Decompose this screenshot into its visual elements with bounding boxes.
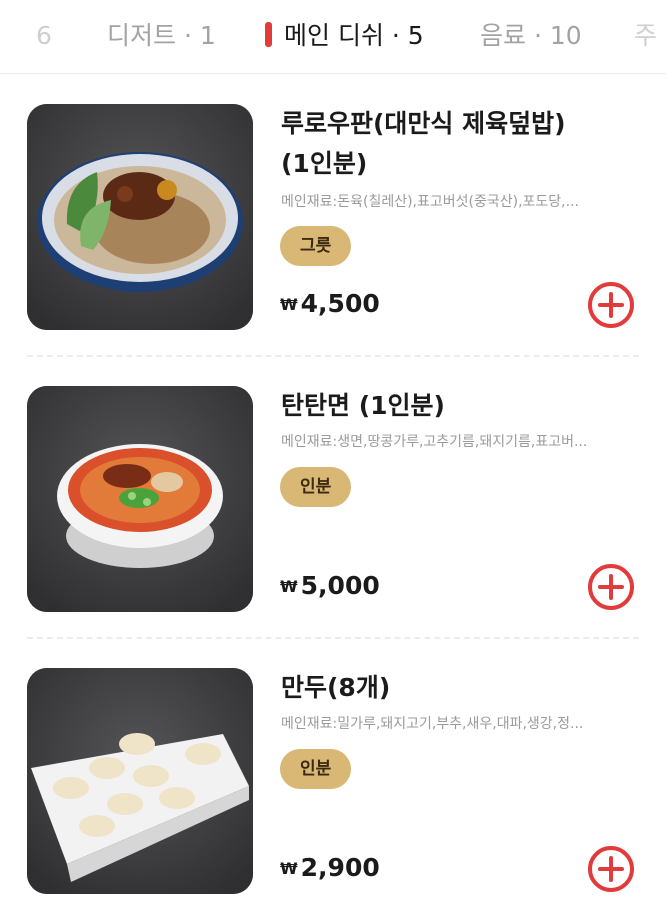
- tab-dessert[interactable]: 디저트 · 1: [107, 20, 216, 52]
- tab-main-dish-label: 메인 디쉬 · 5: [284, 21, 424, 50]
- currency-symbol: ₩: [280, 295, 298, 314]
- currency-symbol: ₩: [280, 859, 298, 878]
- currency-symbol: ₩: [280, 577, 298, 596]
- tab-next[interactable]: 주: [634, 20, 657, 52]
- active-tab-indicator: [265, 22, 272, 47]
- menu-item-name: 만두(8개): [281, 673, 391, 702]
- unit-badge: 인분: [280, 749, 352, 789]
- menu-item-name: 탄탄면 (1인분): [281, 391, 445, 420]
- menu-item-price: ₩5,000: [280, 570, 380, 603]
- unit-badge: 인분: [280, 467, 352, 507]
- food-photo-lurou-fan: [27, 104, 253, 330]
- menu-item[interactable]: 루로우판(대만식 제육덮밥)(1인분) 메인재료:돈육(칠레산),표고버섯(중국…: [0, 74, 666, 356]
- plus-circle-icon: [588, 564, 634, 610]
- menu-item-price: ₩4,500: [280, 288, 380, 321]
- food-photo-dandan-noodles: [27, 386, 253, 612]
- menu-page: 6 디저트 · 1 메인 디쉬 · 5 음료 · 10 주 루로우판(대만식 제…: [0, 0, 666, 904]
- add-to-cart-button[interactable]: [586, 844, 636, 894]
- plus-circle-icon: [588, 282, 634, 328]
- menu-item-ingredients: 메인재료:생면,땅콩가루,고추기름,돼지기름,표고버...: [281, 434, 588, 450]
- menu-item-ingredients: 메인재료:밀가루,돼지고기,부추,새우,대파,생강,정...: [281, 716, 584, 732]
- add-to-cart-button[interactable]: [586, 280, 636, 330]
- category-tab-bar: 6 디저트 · 1 메인 디쉬 · 5 음료 · 10 주: [0, 0, 666, 74]
- menu-item-ingredients: 메인재료:돈육(칠레산),표고버섯(중국산),포도당,...: [281, 194, 579, 210]
- tab-drinks[interactable]: 음료 · 10: [480, 20, 582, 52]
- price-value: 4,500: [300, 289, 380, 318]
- food-photo-dumplings: [27, 668, 253, 894]
- price-value: 5,000: [300, 571, 380, 600]
- menu-item[interactable]: 탄탄면 (1인분) 메인재료:생면,땅콩가루,고추기름,돼지기름,표고버... …: [0, 356, 666, 638]
- plus-circle-icon: [588, 846, 634, 892]
- add-to-cart-button[interactable]: [586, 562, 636, 612]
- unit-badge: 그릇: [280, 226, 352, 266]
- menu-item-price: ₩2,900: [280, 852, 380, 885]
- tab-previous[interactable]: 6: [36, 20, 52, 52]
- menu-item[interactable]: 만두(8개) 메인재료:밀가루,돼지고기,부추,새우,대파,생강,정... 인분…: [0, 638, 666, 904]
- tab-main-dish[interactable]: 메인 디쉬 · 5: [265, 20, 424, 52]
- price-value: 2,900: [300, 853, 380, 882]
- menu-item-name: 루로우판(대만식 제육덮밥)(1인분): [281, 109, 566, 178]
